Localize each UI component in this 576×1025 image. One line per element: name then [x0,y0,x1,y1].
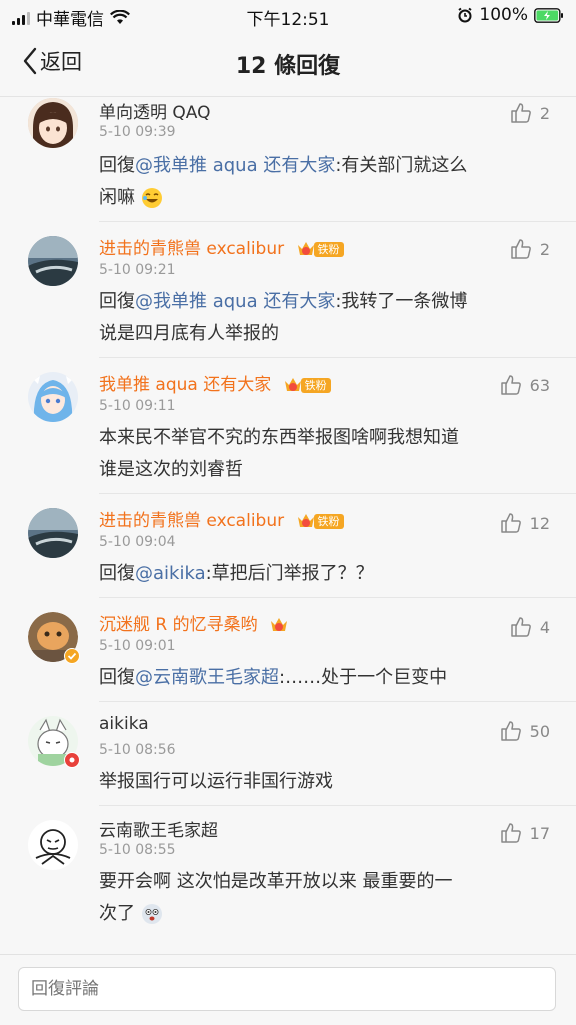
comment-text: 要开会啊 这次怕是改革开放以来 最重要的一 次了 [99,866,539,930]
laughing-emoji-icon [141,188,162,208]
fan-badge: 铁粉 [296,512,344,530]
like-count: 63 [529,375,550,395]
comment-body-line2: 闲嘛 [99,187,135,208]
avatar[interactable] [28,372,78,422]
fan-badge [269,616,289,634]
comment-text: 回復@我单推 aqua 还有大家:我转了一条微博 说是四月底有人举报的 [99,286,539,350]
verified-badge-icon [64,648,80,664]
comment-author[interactable]: 我单推 aqua 还有大家 铁粉 [99,370,331,395]
nav-bar: 返回 12 條回復 [0,32,576,97]
like-button[interactable]: 4 [510,616,550,638]
comment-text: 回復@aikika:草把后门举报了？？ [99,558,539,590]
like-count: 2 [539,103,550,123]
comment-item: 进击的青熊兽 excalibur 铁粉 5-10 09:21 2 回復@我单推 … [0,222,576,358]
comment-item: aikika 5-10 08:56 50 举报国行可以运行非国行游戏 [0,702,576,806]
comment-time: 5-10 09:21 [99,262,176,278]
comment-body: 举报国行可以运行非国行游戏 [99,771,333,792]
comment-body: :我转了一条微博 [335,291,468,312]
thumbs-up-icon [511,239,531,259]
comment-author[interactable]: 沉迷舰 R 的忆寻桑哟 [99,610,289,635]
comment-author[interactable]: 进击的青熊兽 excalibur 铁粉 [99,506,344,531]
crown-icon [284,378,301,391]
like-count: 12 [529,513,550,533]
comment-text: 本来民不举官不究的东西举报图啥啊我想知道 谁是这次的刘睿哲 [99,422,539,486]
avatar[interactable] [28,236,78,286]
status-right: 100% [457,5,564,25]
like-button[interactable]: 2 [510,238,550,260]
battery-charging-icon [534,7,563,23]
comment-time: 5-10 09:04 [99,534,176,550]
page-title: 12 條回復 [235,54,341,79]
thumbs-up-icon [500,823,521,843]
like-count: 50 [529,721,550,741]
like-button[interactable]: 50 [500,720,550,742]
mention-link[interactable]: @云南歌王毛家超 [135,667,279,688]
comment-body: 本来民不举官不究的东西举报图啥啊我想知道 [99,427,459,448]
crown-icon [297,242,314,255]
comment-body-line2: 说是四月底有人举报的 [99,323,279,344]
comment-author[interactable]: aikika [99,714,149,734]
thumbs-up-icon [511,103,531,123]
comment-text: 举报国行可以运行非国行游戏 [99,766,539,798]
reply-prefix: 回復 [99,563,135,584]
crown-icon [271,618,288,631]
mention-link[interactable]: @我单推 aqua 还有大家 [135,155,335,176]
comment-text: 回復@我单推 aqua 还有大家:有关部门就这么 闲嘛 [99,150,539,214]
comment-item: 我单推 aqua 还有大家 铁粉 5-10 09:11 63 本来民不举官不究的… [0,358,576,494]
thumbs-up-icon [511,617,531,637]
fan-badge: 铁粉 [296,240,344,258]
avatar[interactable] [28,716,80,768]
comment-body: :草把后门举报了？？ [205,563,374,584]
comment-time: 5-10 08:55 [99,842,176,858]
comment-time: 5-10 09:01 [99,638,176,654]
comment-item: 进击的青熊兽 excalibur 铁粉 5-10 09:04 12 回復@aik… [0,494,576,598]
comment-body: :有关部门就这么 [335,155,468,176]
avatar[interactable] [28,508,78,558]
fan-label: 铁粉 [300,377,331,393]
comment-body-line2: 次了 [99,903,135,924]
thumbs-up-icon [500,513,521,533]
comment-time: 5-10 08:56 [99,742,176,758]
like-count: 17 [529,823,550,843]
thumbs-up-icon [500,721,521,741]
reply-bar [0,954,576,1025]
mention-link[interactable]: @我单推 aqua 还有大家 [135,291,335,312]
like-button[interactable]: 17 [500,822,550,844]
comment-author[interactable]: 云南歌王毛家超 [99,816,218,841]
comment-text: 回復@云南歌王毛家超:……处于一个巨变中 [99,662,539,694]
reply-input[interactable] [18,967,556,1011]
comment-body: :……处于一个巨变中 [279,667,448,688]
like-count: 2 [539,239,550,259]
comment-item: 沉迷舰 R 的忆寻桑哟 5-10 09:01 4 回復@云南歌王毛家超:……处于… [0,598,576,702]
comment-body-line2: 谁是这次的刘睿哲 [99,459,243,480]
crown-icon [297,514,314,527]
like-button[interactable]: 2 [510,102,550,124]
comment-time: 5-10 09:11 [99,398,176,414]
comment-time: 5-10 09:39 [99,124,176,140]
comment-author[interactable]: 单向透明 QAQ [99,98,211,123]
flower-badge-icon [64,752,80,768]
avatar[interactable] [28,612,80,664]
status-bar: 中華電信 下午12:51 100% [0,0,576,32]
comment-author[interactable]: 进击的青熊兽 excalibur 铁粉 [99,234,344,259]
battery-percent: 100% [479,5,528,25]
fan-label: 铁粉 [313,241,344,257]
reply-prefix: 回復 [99,667,135,688]
comment-item: 云南歌王毛家超 5-10 08:55 17 要开会啊 这次怕是改革开放以来 最重… [0,806,576,954]
comment-item: 单向透明 QAQ 5-10 09:39 2 回復@我单推 aqua 还有大家:有… [0,96,576,222]
reply-prefix: 回復 [99,155,135,176]
thumbs-up-icon [500,375,521,395]
reply-prefix: 回復 [99,291,135,312]
fan-badge: 铁粉 [283,376,331,394]
mention-link[interactable]: @aikika [135,563,206,584]
like-count: 4 [539,617,550,637]
avatar[interactable] [28,820,78,870]
like-button[interactable]: 12 [500,512,550,534]
fan-label: 铁粉 [313,513,344,529]
like-button[interactable]: 63 [500,374,550,396]
avatar[interactable] [28,98,78,148]
shocked-emoji-icon [141,904,162,924]
comment-body: 要开会啊 这次怕是改革开放以来 最重要的一 [99,871,453,892]
alarm-icon [458,7,472,23]
